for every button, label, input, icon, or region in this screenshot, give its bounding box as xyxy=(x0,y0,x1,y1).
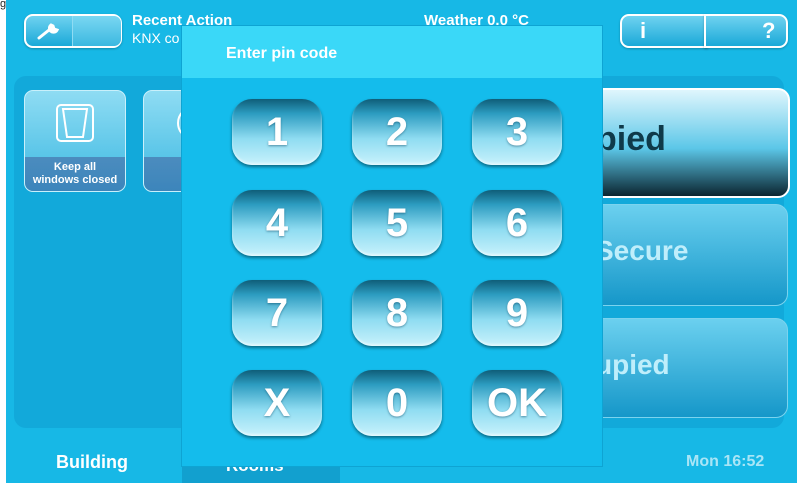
tile-label-line2: windows closed xyxy=(32,174,118,186)
screen: Recent Action KNX co Weather 0.0 °C i ? … xyxy=(6,0,797,483)
key-8[interactable]: 8 xyxy=(352,280,442,346)
tile-label: Keep all windows closed xyxy=(25,157,125,191)
mode-secure-button[interactable]: Secure xyxy=(586,204,788,306)
info-button[interactable]: i xyxy=(620,14,708,48)
key-6[interactable]: 6 xyxy=(472,190,562,256)
tools-button[interactable] xyxy=(24,14,122,48)
pin-dialog: Enter pin code 1 2 3 4 5 6 7 8 9 X 0 OK xyxy=(182,26,602,466)
help-icon: ? xyxy=(762,18,776,43)
tile-keep-windows-closed[interactable]: Keep all windows closed xyxy=(24,90,126,192)
key-5[interactable]: 5 xyxy=(352,190,442,256)
info-icon: i xyxy=(640,18,647,43)
key-clear[interactable]: X xyxy=(232,370,322,436)
key-9[interactable]: 9 xyxy=(472,280,562,346)
mode-occupied-button[interactable]: pied xyxy=(586,88,790,198)
recent-action-text: KNX co xyxy=(132,30,180,46)
key-ok[interactable]: OK xyxy=(472,370,562,436)
key-1[interactable]: 1 xyxy=(232,99,322,165)
help-button[interactable]: ? xyxy=(704,14,788,48)
key-0[interactable]: 0 xyxy=(352,370,442,436)
wrench-icon xyxy=(37,23,60,40)
keypad: 1 2 3 4 5 6 7 8 9 X 0 OK xyxy=(182,26,602,466)
key-2[interactable]: 2 xyxy=(352,99,442,165)
tools-button-segment xyxy=(72,16,121,46)
tile-label-line1: Keep all xyxy=(53,161,97,173)
key-4[interactable]: 4 xyxy=(232,190,322,256)
mode-secure-label: Secure xyxy=(595,235,689,266)
key-7[interactable]: 7 xyxy=(232,280,322,346)
key-3[interactable]: 3 xyxy=(472,99,562,165)
mode-unoccupied-button[interactable]: upied xyxy=(586,318,788,418)
window-icon xyxy=(56,104,94,142)
clock-readout: Mon 16:52 xyxy=(686,453,765,470)
mode-occupied-label: pied xyxy=(596,120,666,158)
mode-unoccupied-label: upied xyxy=(595,349,670,380)
tab-building[interactable]: Building xyxy=(56,452,128,473)
